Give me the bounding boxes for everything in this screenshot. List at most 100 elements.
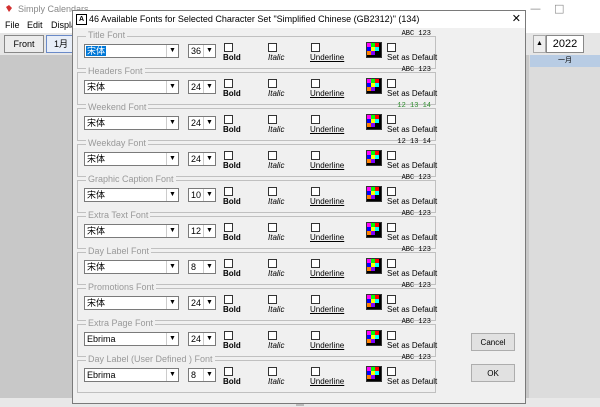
color-picker-button[interactable] [366,42,382,58]
color-picker-button[interactable] [366,186,382,202]
chevron-down-icon[interactable]: ▼ [166,333,178,345]
color-picker-button[interactable] [366,150,382,166]
italic-checkbox[interactable] [268,115,277,124]
underline-checkbox[interactable] [311,187,320,196]
bold-checkbox[interactable] [224,43,233,52]
chevron-down-icon[interactable]: ▼ [203,45,215,57]
italic-checkbox[interactable] [268,43,277,52]
bold-checkbox[interactable] [224,187,233,196]
font-name-dropdown[interactable]: 宋体 ▼ [84,224,179,238]
bold-checkbox[interactable] [224,115,233,124]
bold-checkbox[interactable] [224,367,233,376]
chevron-down-icon[interactable]: ▼ [166,153,178,165]
year-spinner[interactable]: ▲ [533,35,546,53]
chevron-down-icon[interactable]: ▼ [203,189,215,201]
italic-checkbox[interactable] [268,295,277,304]
font-name-dropdown[interactable]: 宋体 ▼ [84,80,179,94]
set-default-checkbox[interactable] [387,151,396,160]
color-picker-button[interactable] [366,258,382,274]
italic-checkbox[interactable] [268,223,277,232]
font-name-dropdown[interactable]: Ebrima ▼ [84,332,179,346]
menu-file[interactable]: File [5,20,20,30]
font-size-dropdown[interactable]: 24 ▼ [188,116,216,130]
font-size-dropdown[interactable]: 24 ▼ [188,80,216,94]
menu-edit[interactable]: Edit [27,20,43,30]
italic-checkbox[interactable] [268,331,277,340]
chevron-down-icon[interactable]: ▼ [166,189,178,201]
font-size-dropdown[interactable]: 36 ▼ [188,44,216,58]
color-picker-button[interactable] [366,330,382,346]
ok-button[interactable]: OK [471,364,515,382]
font-name-dropdown[interactable]: 宋体 ▼ [84,188,179,202]
bold-checkbox[interactable] [224,151,233,160]
set-default-checkbox[interactable] [387,187,396,196]
chevron-down-icon[interactable]: ▼ [166,369,178,381]
chevron-down-icon[interactable]: ▼ [203,81,215,93]
font-size-dropdown[interactable]: 10 ▼ [188,188,216,202]
set-default-checkbox[interactable] [387,331,396,340]
front-button[interactable]: Front [4,35,44,53]
set-default-checkbox[interactable] [387,259,396,268]
font-name-dropdown[interactable]: 宋体 ▼ [84,296,179,310]
chevron-down-icon[interactable]: ▼ [203,225,215,237]
set-default-checkbox[interactable] [387,43,396,52]
chevron-down-icon[interactable]: ▼ [166,117,178,129]
bold-checkbox[interactable] [224,223,233,232]
bold-checkbox[interactable] [224,331,233,340]
chevron-down-icon[interactable]: ▼ [166,297,178,309]
chevron-down-icon[interactable]: ▼ [203,153,215,165]
chevron-down-icon[interactable]: ▼ [166,225,178,237]
font-size-dropdown[interactable]: 24 ▼ [188,332,216,346]
underline-checkbox[interactable] [311,79,320,88]
italic-checkbox[interactable] [268,187,277,196]
underline-checkbox[interactable] [311,259,320,268]
color-picker-button[interactable] [366,78,382,94]
bold-checkbox[interactable] [224,295,233,304]
set-default-checkbox[interactable] [387,115,396,124]
italic-checkbox[interactable] [268,367,277,376]
chevron-down-icon[interactable]: ▼ [203,369,215,381]
cancel-button[interactable]: Cancel [471,333,515,351]
font-name-dropdown[interactable]: 宋体 ▼ [84,152,179,166]
bold-checkbox[interactable] [224,259,233,268]
set-default-checkbox[interactable] [387,367,396,376]
font-size-dropdown[interactable]: 8 ▼ [188,368,216,382]
underline-checkbox[interactable] [311,115,320,124]
chevron-down-icon[interactable]: ▼ [166,81,178,93]
chevron-down-icon[interactable]: ▼ [203,333,215,345]
color-picker-button[interactable] [366,222,382,238]
bold-checkbox[interactable] [224,79,233,88]
underline-checkbox[interactable] [311,223,320,232]
chevron-down-icon[interactable]: ▼ [203,117,215,129]
underline-checkbox[interactable] [311,331,320,340]
font-size-dropdown[interactable]: 24 ▼ [188,152,216,166]
chevron-down-icon[interactable]: ▼ [203,261,215,273]
close-button[interactable]: ✕ [512,12,521,25]
underline-checkbox[interactable] [311,151,320,160]
year-field[interactable]: 2022 [546,35,584,53]
color-picker-button[interactable] [366,114,382,130]
italic-checkbox[interactable] [268,259,277,268]
font-size-dropdown[interactable]: 12 ▼ [188,224,216,238]
set-default-checkbox[interactable] [387,223,396,232]
font-name-dropdown[interactable]: Ebrima ▼ [84,368,179,382]
minimize-button[interactable]: — [530,2,541,15]
maximize-button[interactable]: □ [554,2,564,15]
chevron-down-icon[interactable]: ▼ [203,297,215,309]
font-name-dropdown[interactable]: 宋体 ▼ [84,44,179,58]
set-default-checkbox[interactable] [387,295,396,304]
chevron-down-icon[interactable]: ▼ [166,45,178,57]
italic-checkbox[interactable] [268,79,277,88]
set-default-checkbox[interactable] [387,79,396,88]
chevron-down-icon[interactable]: ▼ [166,261,178,273]
color-picker-button[interactable] [366,366,382,382]
underline-checkbox[interactable] [311,295,320,304]
font-size-dropdown[interactable]: 8 ▼ [188,260,216,274]
font-size-dropdown[interactable]: 24 ▼ [188,296,216,310]
underline-checkbox[interactable] [311,43,320,52]
font-name-dropdown[interactable]: 宋体 ▼ [84,116,179,130]
italic-checkbox[interactable] [268,151,277,160]
underline-checkbox[interactable] [311,367,320,376]
color-picker-button[interactable] [366,294,382,310]
font-name-dropdown[interactable]: 宋体 ▼ [84,260,179,274]
